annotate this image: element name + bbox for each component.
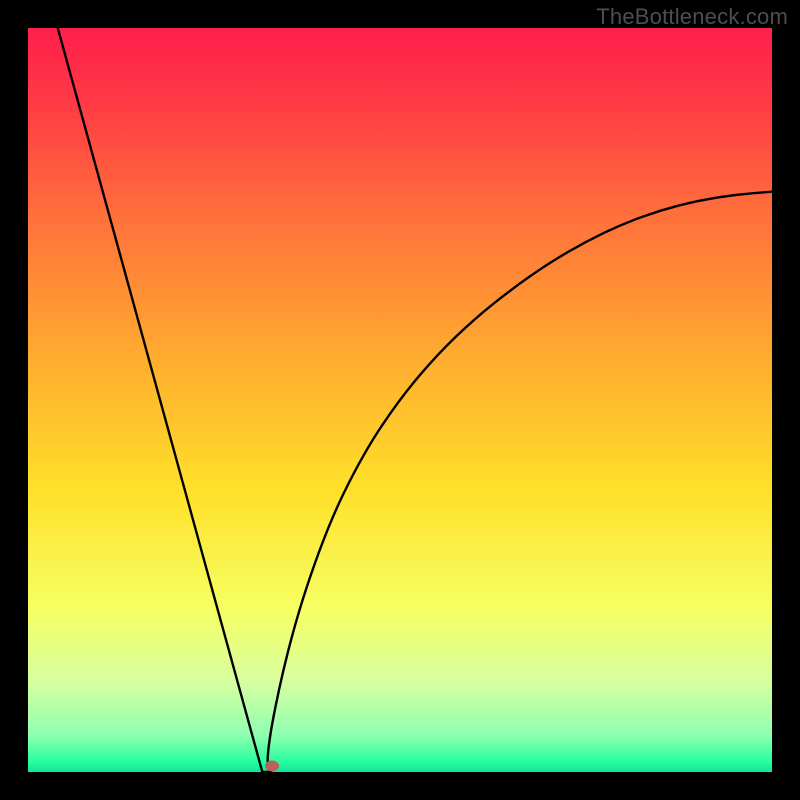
chart-frame: TheBottleneck.com	[0, 0, 800, 800]
vertex-marker	[265, 761, 279, 772]
watermark-text: TheBottleneck.com	[596, 4, 788, 30]
chart-svg	[28, 28, 772, 772]
plot-area	[28, 28, 772, 772]
